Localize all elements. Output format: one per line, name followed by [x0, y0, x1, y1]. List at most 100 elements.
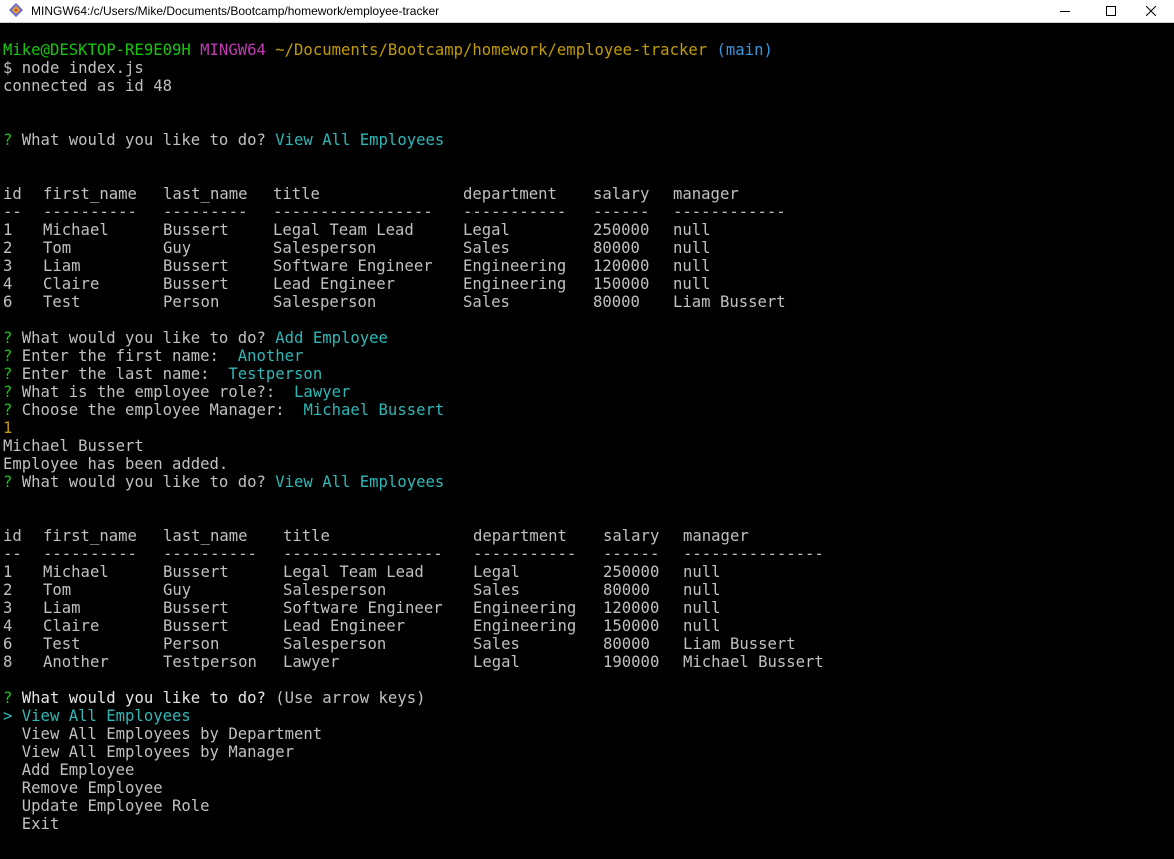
- question-text: What would you like to do?: [12, 473, 276, 491]
- table-cell: Engineering: [473, 599, 577, 617]
- table-cell: 2: [3, 581, 13, 599]
- answer-text: Lawyer: [294, 383, 351, 401]
- table-cell: Salesperson: [273, 293, 377, 311]
- question-mark: ?: [3, 383, 13, 401]
- question-view-all-2: ? What would you like to do? View All Em…: [3, 473, 1171, 491]
- answer-text: View All Employees: [275, 473, 445, 491]
- menu-item[interactable]: Remove Employee: [3, 779, 1171, 797]
- table-cell: title: [283, 527, 330, 545]
- table-cell: 6: [3, 293, 13, 311]
- table-cell: Lawyer: [283, 653, 340, 671]
- table-cell: 120000: [603, 599, 660, 617]
- question-mark: ?: [3, 365, 13, 383]
- shell-prompt-line: Mike@DESKTOP-RE9E09H MINGW64 ~/Documents…: [3, 41, 1171, 59]
- menu-pointer: >: [3, 707, 13, 725]
- table-cell: Sales: [463, 293, 510, 311]
- table-cell: Testperson: [163, 653, 257, 671]
- table-cell: Sales: [473, 635, 520, 653]
- table-header: id first_name last_name title department sala…: [3, 527, 1171, 545]
- table-cell: null: [673, 275, 711, 293]
- table-cell: Legal: [473, 563, 520, 581]
- table-cell: null: [683, 563, 721, 581]
- question-text: What would you like to do?: [12, 689, 276, 707]
- menu-item[interactable]: Add Employee: [3, 761, 1171, 779]
- table-cell: 250000: [603, 563, 660, 581]
- table-cell: null: [673, 221, 711, 239]
- table-cell: Guy: [163, 581, 192, 599]
- menu-item-selected[interactable]: > View All Employees: [3, 707, 1171, 725]
- arrow-keys-hint: (Use arrow keys): [275, 689, 426, 707]
- prompt-user-host: Mike@DESKTOP-RE9E09H: [3, 41, 191, 59]
- menu-item[interactable]: View All Employees by Department: [3, 725, 1171, 743]
- table-cell: Legal: [463, 221, 510, 239]
- table-cell: last_name: [163, 185, 248, 203]
- question-text: What would you like to do?: [12, 131, 276, 149]
- table-cell: Person: [163, 635, 220, 653]
- table-cell: Software Engineer: [273, 257, 433, 275]
- table-cell: 80000: [593, 293, 640, 311]
- table-cell: Tom: [43, 581, 72, 599]
- question-text: Choose the employee Manager:: [12, 401, 304, 419]
- table-cell: Legal: [473, 653, 520, 671]
- table-header: id first_name last_name title department sala…: [3, 185, 1171, 203]
- terminal-output[interactable]: Mike@DESKTOP-RE9E09H MINGW64 ~/Documents…: [3, 41, 1171, 859]
- table-cell: Engineering: [463, 257, 567, 275]
- git-bash-icon: [8, 2, 25, 19]
- table-row: 2 Tom Guy Salesperson Sales 80000 null: [3, 581, 1171, 599]
- table-cell: Another: [43, 653, 109, 671]
- table-cell: 4: [3, 275, 13, 293]
- table-cell: Tom: [43, 239, 72, 257]
- table-cell: Bussert: [163, 257, 229, 275]
- menu-list: View All Employees by Department View Al…: [3, 725, 1171, 833]
- question-mark: ?: [3, 329, 13, 347]
- manager-id-output: 1: [3, 419, 13, 437]
- table-cell: Legal Team Lead: [273, 221, 414, 239]
- command-line: $ node index.js: [3, 59, 144, 77]
- close-button[interactable]: [1128, 0, 1174, 22]
- table-cell: Person: [163, 293, 220, 311]
- table-cell: 1: [3, 563, 13, 581]
- minimize-button[interactable]: [1042, 0, 1088, 22]
- table-cell: Salesperson: [283, 635, 387, 653]
- window-titlebar: MINGW64:/c/Users/Mike/Documents/Bootcamp…: [0, 0, 1174, 23]
- table-cell: 80000: [593, 239, 640, 257]
- question-mark: ?: [3, 689, 13, 707]
- table-row: 3 Liam Bussert Software Engineer Engineering…: [3, 257, 1171, 275]
- table-cell: Salesperson: [283, 581, 387, 599]
- table-cell: 8: [3, 653, 13, 671]
- question-mark: ?: [3, 347, 13, 365]
- table-cell: null: [683, 599, 721, 617]
- menu-question: ? What would you like to do? (Use arrow …: [3, 689, 1171, 707]
- answer-text: Another: [237, 347, 304, 365]
- table-cell: salary: [593, 185, 650, 203]
- table-cell: id: [3, 527, 22, 545]
- table-cell: Engineering: [473, 617, 577, 635]
- table-cell: Michael: [43, 563, 109, 581]
- table-cell: 190000: [603, 653, 660, 671]
- table-cell: Bussert: [163, 275, 229, 293]
- table-cell: Software Engineer: [283, 599, 443, 617]
- table-cell: Test: [43, 635, 81, 653]
- prompt-branch: (main): [716, 41, 773, 59]
- table-cell: Bussert: [163, 563, 229, 581]
- table-cell: manager: [673, 185, 739, 203]
- table-cell: ------: [593, 203, 650, 221]
- prompt-line: ? Choose the employee Manager: Michael B…: [3, 401, 1171, 419]
- table-cell: manager: [683, 527, 749, 545]
- table-cell: Liam: [43, 257, 81, 275]
- table-cell: 150000: [603, 617, 660, 635]
- table-cell: Liam Bussert: [673, 293, 786, 311]
- prompt-shell: MINGW64: [200, 41, 266, 59]
- menu-item[interactable]: View All Employees by Manager: [3, 743, 1171, 761]
- table-cell: Liam: [43, 599, 81, 617]
- table-cell: Test: [43, 293, 81, 311]
- table-cell: 1: [3, 221, 13, 239]
- question-mark: ?: [3, 473, 13, 491]
- table-cell: ---------------: [683, 545, 824, 563]
- table-cell: id: [3, 185, 22, 203]
- table-cell: Sales: [473, 581, 520, 599]
- menu-item[interactable]: Exit: [3, 815, 1171, 833]
- question-text: What would you like to do?: [12, 329, 276, 347]
- menu-item[interactable]: Update Employee Role: [3, 797, 1171, 815]
- table-cell: 2: [3, 239, 13, 257]
